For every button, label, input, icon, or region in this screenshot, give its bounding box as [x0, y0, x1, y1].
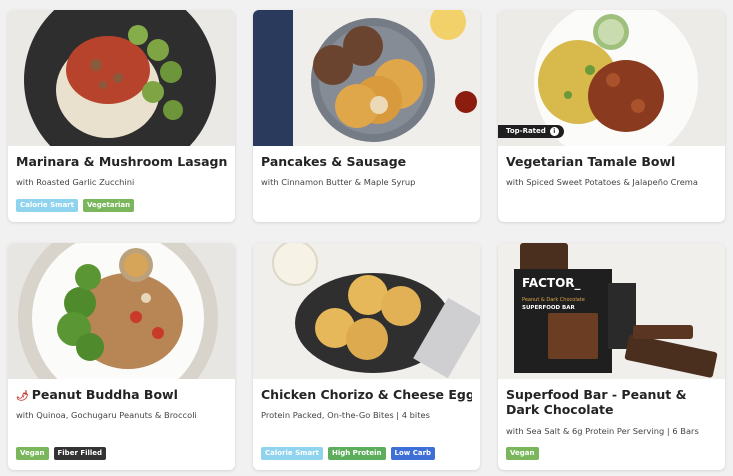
tag-vegetarian: Vegetarian: [82, 199, 135, 212]
badge-label: Top-Rated: [506, 127, 546, 135]
meal-card-superfood-bar[interactable]: FACTOR_ Peanut & Dark Chocolate SUPERFOO…: [498, 243, 725, 470]
meal-card-pancakes[interactable]: Pancakes & Sausage with Cinnamon Butter …: [253, 10, 480, 222]
meal-image[interactable]: [8, 10, 235, 146]
package-line2: SUPERFOOD BAR: [522, 305, 575, 311]
meal-grid: Marinara & Mushroom Lasagnette with Roas…: [0, 0, 733, 476]
meal-image[interactable]: [8, 243, 235, 379]
meal-subtitle: Protein Packed, On-the-Go Bites | 4 bite…: [261, 410, 430, 420]
meal-title[interactable]: Pancakes & Sausage: [261, 154, 472, 170]
meal-image[interactable]: Top-Rated i: [498, 10, 725, 146]
meal-title[interactable]: Vegetarian Tamale Bowl: [506, 154, 717, 170]
meal-title[interactable]: Marinara & Mushroom Lasagnette: [16, 154, 227, 170]
tag-list: Calorie Smart High Protein Low Carb: [261, 447, 436, 460]
tag-list: Calorie Smart Vegetarian: [16, 199, 135, 212]
meal-image[interactable]: FACTOR_ Peanut & Dark Chocolate SUPERFOO…: [498, 243, 725, 379]
tag-low-carb: Low Carb: [390, 447, 436, 460]
package-line1: Peanut & Dark Chocolate: [522, 297, 585, 303]
meal-card-tamale-bowl[interactable]: Top-Rated i Vegetarian Tamale Bowl with …: [498, 10, 725, 222]
meal-title[interactable]: 🌶 Peanut Buddha Bowl: [16, 387, 227, 403]
meal-subtitle: with Quinoa, Gochugaru Peanuts & Broccol…: [16, 410, 197, 420]
tag-vegan: Vegan: [16, 447, 49, 460]
meal-title[interactable]: Superfood Bar - Peanut & Dark Chocolate: [506, 387, 717, 419]
tag-high-protein: High Protein: [327, 447, 386, 460]
tag-calorie-smart: Calorie Smart: [261, 447, 323, 460]
meal-title-text: Peanut Buddha Bowl: [31, 387, 178, 402]
meal-subtitle: with Sea Salt & 6g Protein Per Serving |…: [506, 426, 699, 436]
chili-pepper-icon: 🌶: [16, 391, 29, 402]
info-icon[interactable]: i: [549, 127, 559, 136]
meal-subtitle: with Roasted Garlic Zucchini: [16, 177, 135, 187]
top-rated-badge: Top-Rated i: [498, 125, 564, 138]
meal-image[interactable]: [253, 10, 480, 146]
meal-subtitle: with Spiced Sweet Potatoes & Jalapeño Cr…: [506, 177, 698, 187]
tag-vegan: Vegan: [506, 447, 539, 460]
package-brand: FACTOR_: [522, 276, 581, 291]
tag-list: Vegan: [506, 447, 539, 460]
meal-subtitle: with Cinnamon Butter & Maple Syrup: [261, 177, 416, 187]
tag-list: Vegan Fiber Filled: [16, 447, 107, 460]
tag-fiber-filled: Fiber Filled: [53, 447, 107, 460]
meal-card-buddha-bowl[interactable]: 🌶 Peanut Buddha Bowl with Quinoa, Gochuga…: [8, 243, 235, 470]
meal-card-egg-bites[interactable]: Chicken Chorizo & Cheese Egg Bites Prote…: [253, 243, 480, 470]
meal-title[interactable]: Chicken Chorizo & Cheese Egg Bites: [261, 387, 472, 403]
tag-calorie-smart: Calorie Smart: [16, 199, 78, 212]
meal-card-lasagnette[interactable]: Marinara & Mushroom Lasagnette with Roas…: [8, 10, 235, 222]
meal-image[interactable]: [253, 243, 480, 379]
